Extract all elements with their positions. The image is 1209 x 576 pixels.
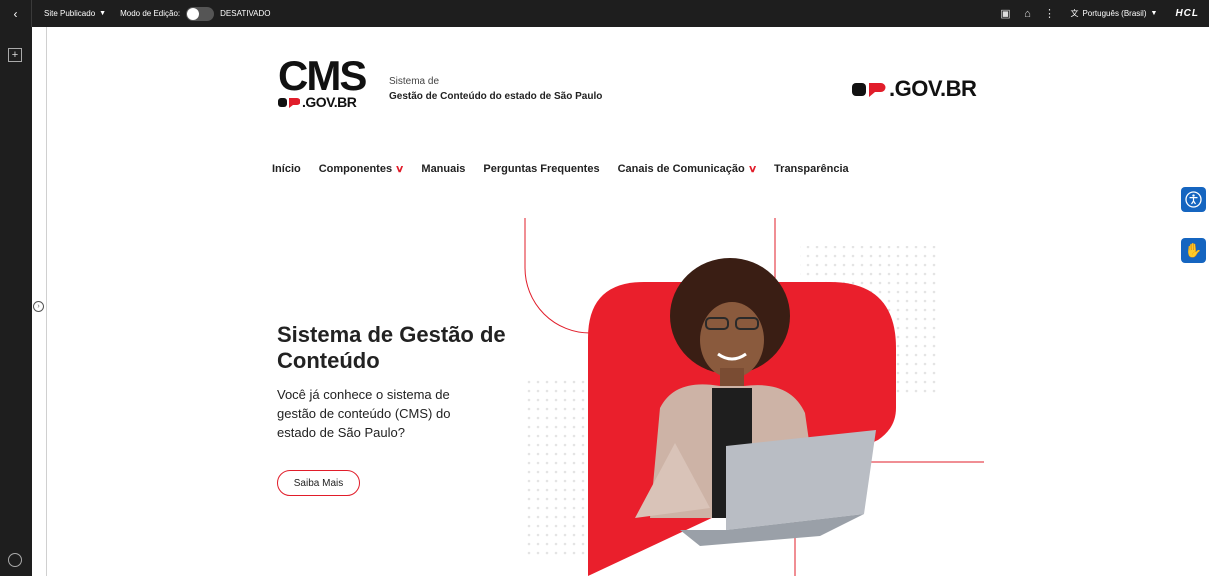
nav-item-canais-de-comunicacao[interactable]: Canais de Comunicação ∨	[617, 163, 758, 175]
accessibility-icon	[1185, 191, 1202, 208]
main-nav: Início Componentes ∨ Manuais Perguntas Fr…	[272, 163, 849, 175]
nav-item-perguntas-frequentes[interactable]: Perguntas Frequentes	[483, 163, 599, 175]
sp-mark-icon	[278, 97, 300, 108]
left-rail: +	[0, 27, 32, 576]
chevron-down-icon: ∨	[747, 163, 758, 175]
add-icon[interactable]: +	[8, 48, 22, 62]
nav-item-transparencia[interactable]: Transparência	[774, 163, 849, 175]
cms-logo-subtext: .GOV.BR	[302, 94, 357, 110]
caret-down-icon: ▼	[1150, 10, 1158, 17]
accessibility-button[interactable]	[1181, 187, 1206, 212]
chevron-left-icon: ‹	[13, 6, 18, 21]
cms-logo-text: CMS	[278, 52, 367, 99]
site-tagline: Sistema de Gestão de Conteúdo do estado …	[389, 74, 602, 104]
spgov-logo[interactable]: .GOV.BR	[852, 76, 977, 102]
rail-divider	[46, 27, 47, 576]
page-icon[interactable]: ▣	[994, 0, 1016, 27]
sp-mark-icon	[852, 83, 886, 97]
caret-down-icon: ▼	[99, 10, 107, 17]
nav-label: Canais de Comunicação	[617, 163, 745, 175]
nav-item-inicio[interactable]: Início	[272, 163, 301, 175]
toolbar-right: ▣ ⌂ ⋮ 文 Português (Brasil) ▼ HCL	[994, 0, 1209, 27]
more-icon[interactable]: ⋮	[1038, 0, 1060, 27]
expand-icon[interactable]: ›	[33, 301, 44, 312]
nav-item-componentes[interactable]: Componentes ∨	[318, 163, 405, 175]
hero-illustration	[522, 218, 984, 576]
edit-mode-label: Modo de Edição:	[120, 9, 181, 18]
admin-toolbar: ‹ Site Publicado ▼ Modo de Edição: DESAT…	[0, 0, 1209, 27]
hero-description: Você já conhece o sistema de gestão de c…	[277, 387, 451, 440]
language-dropdown[interactable]: 文 Português (Brasil) ▼	[1070, 8, 1157, 19]
nav-label: Componentes	[318, 163, 393, 175]
site-status-dropdown[interactable]: Site Publicado ▼	[44, 9, 106, 18]
edit-mode-state: DESATIVADO	[220, 9, 271, 18]
tagline-line1: Sistema de	[389, 76, 440, 87]
nav-label: Início	[272, 163, 301, 175]
sign-language-button[interactable]: ✋	[1181, 238, 1206, 263]
nav-label: Manuais	[421, 163, 466, 175]
site-status-label: Site Publicado	[44, 9, 96, 18]
spgov-logo-text: .GOV.BR	[889, 76, 977, 101]
back-button[interactable]: ‹	[0, 0, 32, 27]
hcl-logo: HCL	[1175, 8, 1199, 19]
tagline-line2: Gestão de Conteúdo do estado de São Paul…	[389, 91, 603, 102]
globe-icon[interactable]	[8, 553, 22, 567]
chevron-down-icon: ∨	[394, 163, 405, 175]
edit-mode: Modo de Edição: DESATIVADO	[120, 6, 271, 21]
edit-mode-toggle[interactable]	[186, 6, 215, 21]
translate-icon: 文	[1070, 9, 1079, 18]
nav-label: Transparência	[774, 163, 849, 175]
cms-logo[interactable]: CMS .GOV.BR	[278, 52, 372, 114]
saiba-mais-button[interactable]: Saiba Mais	[277, 470, 360, 496]
nav-item-manuais[interactable]: Manuais	[421, 163, 465, 175]
home-icon[interactable]: ⌂	[1016, 0, 1038, 27]
nav-label: Perguntas Frequentes	[483, 163, 600, 175]
hero-title: Sistema de Gestão de Conteúdo	[277, 322, 506, 373]
language-label: Português (Brasil)	[1082, 9, 1147, 18]
sign-language-icon: ✋	[1184, 242, 1203, 258]
